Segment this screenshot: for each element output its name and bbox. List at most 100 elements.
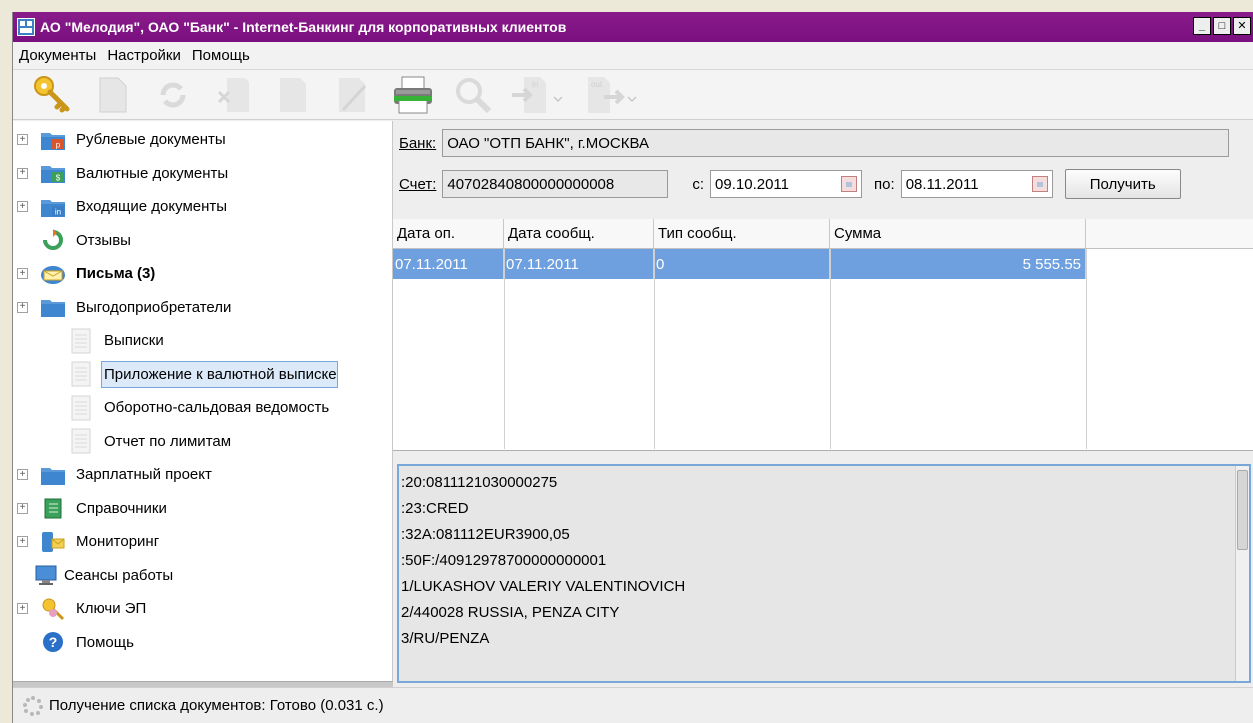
- message-detail[interactable]: :20:0811121030000275 :23:CRED :32A:08111…: [397, 464, 1251, 683]
- refresh-icon: [160, 82, 186, 107]
- tree-item[interactable]: + Ключи ЭП: [13, 592, 392, 626]
- window-title: АО "Мелодия", ОАО "Банк" - Internet-Банк…: [40, 19, 567, 35]
- delete-button[interactable]: [203, 73, 263, 117]
- scrollbar-thumb[interactable]: [1237, 470, 1248, 550]
- currency-folder-icon: $: [40, 161, 66, 185]
- content-panel: Банк: ОАО "ОТП БАНК", г.МОСКВА Счет: 407…: [393, 121, 1253, 687]
- copy-document-button[interactable]: [263, 73, 323, 117]
- letters-icon: [40, 262, 66, 286]
- document-icon: [68, 428, 94, 454]
- detail-line: 2/440028 RUSSIA, PENZA CITY: [401, 604, 620, 621]
- column-header-op-date[interactable]: Дата оп.: [393, 219, 504, 248]
- sign-button[interactable]: [323, 73, 383, 117]
- tree-item-label: Помощь: [76, 633, 134, 651]
- ruble-folder-icon: р: [40, 128, 66, 152]
- tree-item-label: Выгодоприобретатели: [76, 298, 232, 316]
- refresh-button[interactable]: [143, 73, 203, 117]
- tree-item-label: Мониторинг: [76, 533, 160, 551]
- tree-item[interactable]: + Письма (3): [13, 257, 392, 291]
- navigation-tree: + р Рублевые документы + $ Валютные докум…: [13, 121, 393, 687]
- app-window: АО "Мелодия", ОАО "Банк" - Internet-Банк…: [12, 12, 1253, 723]
- detail-scrollbar[interactable]: [1235, 466, 1249, 681]
- column-header-msg-type[interactable]: Тип сообщ.: [654, 219, 830, 248]
- expand-toggle-icon[interactable]: +: [17, 268, 28, 280]
- detail-line: 3/RU/PENZA: [401, 630, 490, 647]
- date-to-field[interactable]: 08.11.2011: [900, 170, 1053, 198]
- tree-item[interactable]: + in Входящие документы: [13, 190, 392, 224]
- tree-item[interactable]: + Зарплатный проект: [13, 458, 392, 492]
- tree-item[interactable]: Отзывы: [13, 224, 392, 258]
- incoming-folder-icon: in: [40, 195, 66, 219]
- expand-toggle-icon[interactable]: +: [17, 502, 28, 514]
- sessions-icon: [33, 563, 59, 587]
- delete-icon: [217, 77, 249, 112]
- account-field[interactable]: 40702840800000000008: [442, 170, 669, 198]
- date-from-field[interactable]: 09.10.2011: [710, 170, 863, 198]
- tree-item[interactable]: + Справочники: [13, 492, 392, 526]
- tree-item-label: Справочники: [76, 499, 167, 517]
- menu-settings[interactable]: Настройки: [107, 47, 181, 64]
- cell-op-date: 07.11.2011: [393, 249, 504, 279]
- document-icon: [68, 328, 94, 354]
- expand-toggle-icon[interactable]: +: [17, 603, 28, 615]
- column-header-msg-date[interactable]: Дата сообщ.: [504, 219, 654, 248]
- tree-item[interactable]: Отчет по лимитам: [13, 425, 392, 459]
- table-body: 07.11.2011 07.11.2011 0 5 555.55: [393, 249, 1253, 449]
- date-from-label: с:: [692, 175, 705, 193]
- menu-help[interactable]: Помощь: [192, 47, 250, 64]
- detail-line: 1/LUKASHOV VALERIY VALENTINOVICH: [401, 578, 686, 595]
- tree-item[interactable]: Приложение к валютной выписке: [13, 358, 392, 392]
- sign-icon: [339, 77, 367, 112]
- tree-item[interactable]: ? Помощь: [13, 626, 392, 660]
- menu-documents[interactable]: Документы: [19, 47, 96, 64]
- svg-text:out: out: [591, 80, 603, 89]
- new-document-icon: [99, 77, 127, 112]
- document-icon: [68, 395, 94, 421]
- tree-item[interactable]: Оборотно-сальдовая ведомость: [13, 391, 392, 425]
- recall-icon: [40, 228, 66, 252]
- new-document-button[interactable]: [83, 73, 143, 117]
- calendar-icon[interactable]: [1031, 176, 1048, 192]
- svg-text:?: ?: [49, 634, 58, 650]
- get-button[interactable]: Получить: [1064, 169, 1181, 199]
- beneficiaries-folder-icon: [40, 295, 66, 319]
- bank-value: ОАО "ОТП БАНК", г.МОСКВА: [447, 134, 649, 152]
- import-button[interactable]: in: [503, 73, 577, 117]
- tree-item-label: Валютные документы: [76, 164, 229, 182]
- tree-item[interactable]: Сеансы работы: [13, 559, 392, 593]
- close-button[interactable]: ✕: [1233, 17, 1251, 35]
- tree-item-label: Выписки: [104, 332, 164, 350]
- minimize-button[interactable]: _: [1193, 17, 1211, 35]
- title-bar[interactable]: АО "Мелодия", ОАО "Банк" - Internet-Банк…: [13, 12, 1253, 42]
- export-icon: out: [588, 76, 637, 113]
- tree-item[interactable]: Выписки: [13, 324, 392, 358]
- print-button[interactable]: [383, 73, 443, 117]
- tree-item-label: Сеансы работы: [64, 566, 174, 584]
- export-button[interactable]: out: [577, 73, 651, 117]
- expand-toggle-icon[interactable]: +: [17, 201, 28, 213]
- expand-toggle-icon[interactable]: +: [17, 469, 28, 481]
- search-button[interactable]: [443, 73, 503, 117]
- tree-item-label: Приложение к валютной выписке: [101, 360, 338, 388]
- table-row[interactable]: 07.11.2011 07.11.2011 0 5 555.55: [393, 249, 1253, 279]
- calendar-icon[interactable]: [841, 176, 858, 192]
- tree-item[interactable]: + р Рублевые документы: [13, 123, 392, 157]
- maximize-button[interactable]: □: [1213, 17, 1231, 35]
- search-icon: [456, 77, 492, 113]
- key-icon: [34, 75, 70, 112]
- copy-document-icon: [280, 77, 306, 112]
- tree-item[interactable]: + Мониторинг: [13, 525, 392, 559]
- expand-toggle-icon[interactable]: +: [17, 167, 28, 179]
- svg-text:in: in: [532, 80, 538, 89]
- tree-item[interactable]: + $ Валютные документы: [13, 157, 392, 191]
- key-button[interactable]: [23, 73, 83, 117]
- expand-toggle-icon[interactable]: +: [17, 536, 28, 548]
- expand-toggle-icon[interactable]: +: [17, 301, 28, 313]
- bank-field[interactable]: ОАО "ОТП БАНК", г.МОСКВА: [442, 129, 1230, 157]
- directory-icon: [40, 496, 66, 520]
- tree-item-label: Письма (3): [76, 265, 156, 283]
- expand-toggle-icon[interactable]: +: [17, 134, 28, 146]
- cell-msg-type: 0: [654, 249, 830, 279]
- column-header-amount[interactable]: Сумма: [830, 219, 1086, 248]
- tree-item[interactable]: + Выгодоприобретатели: [13, 291, 392, 325]
